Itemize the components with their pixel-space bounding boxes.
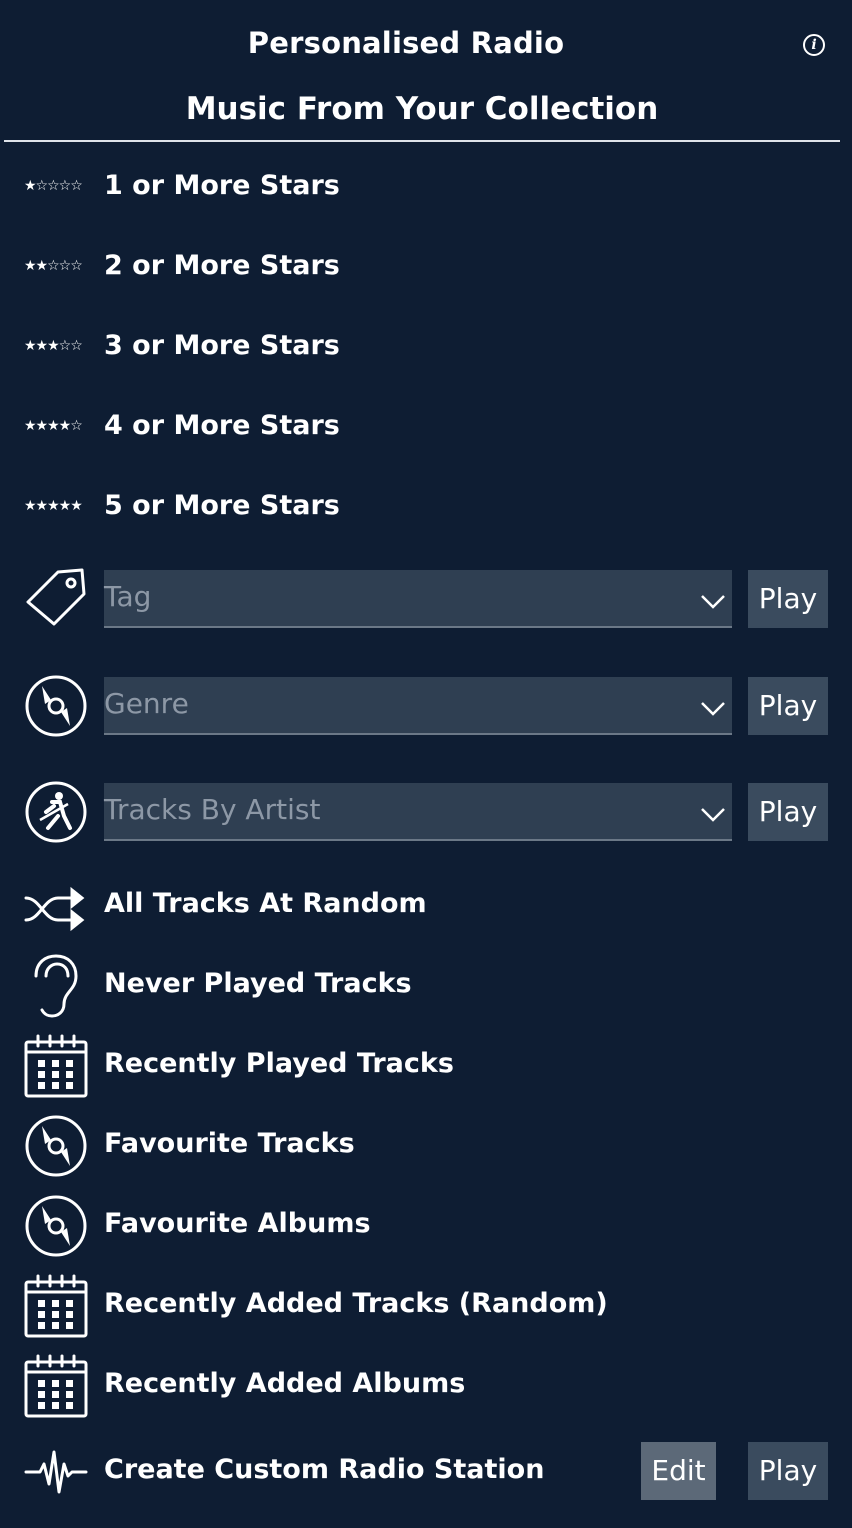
list-item-label: All Tracks At Random (104, 888, 427, 919)
list-item-label: Favourite Albums (104, 1208, 371, 1239)
star-row-label: 1 or More Stars (104, 170, 340, 201)
shuffle-icon (24, 876, 88, 940)
artist-select[interactable]: Tracks By Artist (104, 783, 732, 841)
tag-select[interactable]: Tag (104, 570, 732, 628)
star-rating-icon: ★★★★★ (24, 498, 83, 514)
chevron-down-icon (701, 702, 725, 716)
list-item-label: Never Played Tracks (104, 968, 412, 999)
artist-select-placeholder: Tracks By Artist (104, 793, 321, 826)
star-row-label: 4 or More Stars (104, 410, 340, 441)
artist-play-button[interactable]: Play (748, 783, 828, 841)
waveform-icon (24, 1440, 88, 1504)
list-item-never-played[interactable]: Never Played Tracks (0, 954, 852, 1018)
genre-select-placeholder: Genre (104, 687, 189, 720)
list-item-label: Recently Played Tracks (104, 1048, 454, 1079)
genre-select[interactable]: Genre (104, 677, 732, 735)
star-row-label: 5 or More Stars (104, 490, 340, 521)
disc-icon (24, 1114, 88, 1178)
calendar-icon (24, 1034, 88, 1098)
star-rating-icon: ★★★☆☆ (24, 338, 83, 354)
artist-row: Tracks By Artist Play (0, 778, 852, 844)
list-item-favourite-tracks[interactable]: Favourite Tracks (0, 1114, 852, 1178)
genre-row: Genre Play (0, 672, 852, 738)
chevron-down-icon (701, 595, 725, 609)
star-row-5[interactable]: ★★★★★ 5 or More Stars (0, 486, 852, 530)
list-item-recently-added-albums[interactable]: Recently Added Albums (0, 1354, 852, 1418)
page-title: Personalised Radio (247, 26, 565, 60)
star-rating-icon: ★★★★☆ (24, 418, 83, 434)
calendar-icon (24, 1274, 88, 1338)
disc-icon (24, 674, 88, 738)
header-divider (4, 140, 840, 142)
list-item-recently-played[interactable]: Recently Played Tracks (0, 1034, 852, 1098)
list-item-label: Recently Added Albums (104, 1368, 466, 1399)
tag-row: Tag Play (0, 566, 852, 632)
tag-play-button[interactable]: Play (748, 570, 828, 628)
star-rating-icon: ★★☆☆☆ (24, 258, 83, 274)
info-icon[interactable]: i (803, 34, 825, 56)
star-row-3[interactable]: ★★★☆☆ 3 or More Stars (0, 326, 852, 370)
custom-station-label: Create Custom Radio Station (104, 1454, 545, 1485)
list-item-label: Favourite Tracks (104, 1128, 355, 1159)
star-row-label: 3 or More Stars (104, 330, 340, 361)
ear-icon (24, 954, 88, 1018)
list-item-label: Recently Added Tracks (Random) (104, 1288, 608, 1319)
tag-select-placeholder: Tag (104, 580, 152, 613)
list-item-favourite-albums[interactable]: Favourite Albums (0, 1194, 852, 1258)
star-row-4[interactable]: ★★★★☆ 4 or More Stars (0, 406, 852, 450)
custom-station-row: Create Custom Radio Station Edit Play (0, 1440, 852, 1504)
chevron-down-icon (701, 808, 725, 822)
list-item-random[interactable]: All Tracks At Random (0, 876, 852, 940)
section-title: Music From Your Collection (185, 91, 659, 127)
calendar-icon (24, 1354, 88, 1418)
guitarist-icon (24, 780, 88, 844)
star-row-1[interactable]: ★☆☆☆☆ 1 or More Stars (0, 166, 852, 210)
star-row-label: 2 or More Stars (104, 250, 340, 281)
disc-icon (24, 1194, 88, 1258)
star-row-2[interactable]: ★★☆☆☆ 2 or More Stars (0, 246, 852, 290)
custom-station-play-button[interactable]: Play (748, 1442, 828, 1500)
star-rating-icon: ★☆☆☆☆ (24, 178, 83, 194)
edit-button[interactable]: Edit (641, 1442, 716, 1500)
tag-icon (24, 566, 88, 630)
genre-play-button[interactable]: Play (748, 677, 828, 735)
list-item-recently-added-tracks[interactable]: Recently Added Tracks (Random) (0, 1274, 852, 1338)
